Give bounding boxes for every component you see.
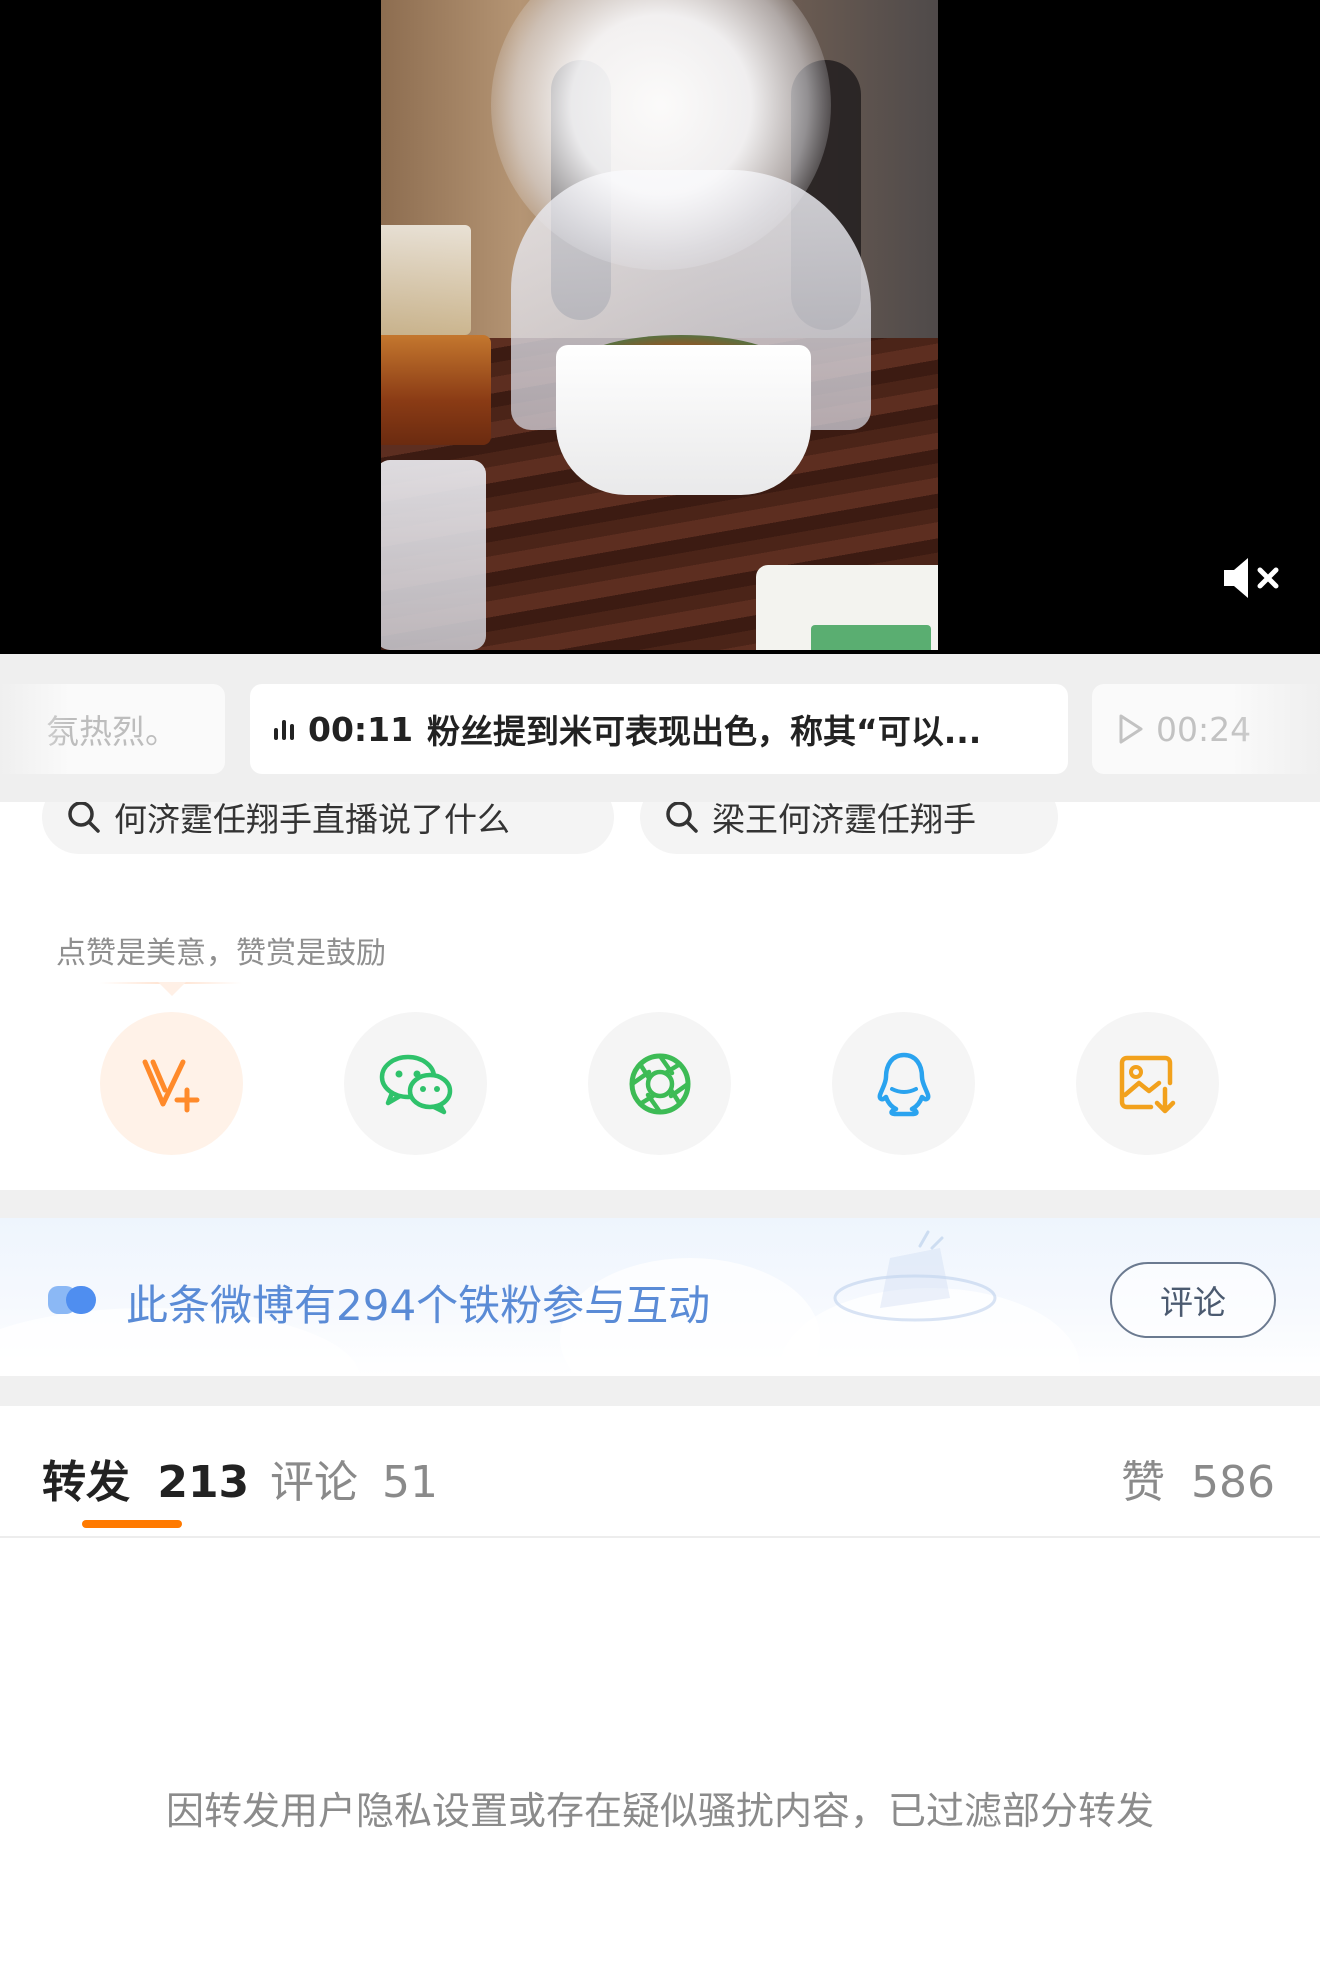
tab-repost[interactable]: 转发 213 — [42, 1446, 249, 1510]
tab-comment[interactable]: 评论 51 — [270, 1446, 438, 1510]
chip-fade-right — [1230, 654, 1320, 802]
iron-fans-text: 此条微博有294个铁粉参与互动 — [126, 1281, 711, 1330]
iron-fans-banner[interactable]: 此条微博有294个铁粉参与互动 评论 — [0, 1218, 1320, 1376]
play-icon — [1118, 713, 1144, 745]
reward-tip: 点赞是美意，赞赏是鼓励 — [56, 936, 386, 971]
tab-repost-label: 转发 — [42, 1457, 130, 1508]
banner-decoration-icon — [833, 1230, 997, 1322]
video-container-2 — [381, 335, 491, 445]
save-image-icon — [1119, 1055, 1175, 1113]
share-qq-button[interactable] — [832, 1012, 975, 1155]
share-v-plus-button[interactable] — [100, 1012, 243, 1155]
fans-badge-icon — [48, 1286, 96, 1314]
video-container-1 — [381, 225, 471, 335]
subtitle-chip-current-layer[interactable]: 00:11 粉丝提到米可表现出色，称其“可以... — [250, 684, 1068, 774]
share-save-image-button[interactable] — [1076, 1012, 1219, 1155]
moments-icon — [629, 1053, 690, 1114]
chip-fade-left — [0, 654, 70, 802]
video-frame[interactable] — [381, 0, 938, 650]
video-player[interactable] — [0, 0, 1320, 654]
interaction-tabs: 转发 213 评论 51 赞 586 — [0, 1406, 1320, 1538]
section-separator — [0, 1376, 1320, 1406]
subtitle-chip-current-layer-text: 粉丝提到米可表现出色，称其“可以... — [427, 712, 982, 751]
video-bowl — [556, 345, 811, 495]
share-moments-button[interactable] — [588, 1012, 731, 1155]
v-plus-icon — [142, 1059, 199, 1112]
chip-bar-layer: 氛热烈。 00:11 粉丝提到米可表现出色，称其“可以... 00:24 — [0, 654, 1320, 802]
video-bag-print — [811, 625, 931, 650]
share-wechat-button[interactable] — [344, 1012, 487, 1155]
tab-like[interactable]: 赞 586 — [1121, 1446, 1275, 1510]
search-icon — [666, 801, 698, 833]
speaker-mute-icon[interactable] — [1220, 553, 1290, 603]
video-container-3 — [381, 460, 486, 650]
qq-icon — [877, 1052, 930, 1116]
tab-like-label: 赞 — [1121, 1457, 1166, 1508]
subtitle-chip-current-layer-time: 00:11 — [308, 709, 414, 749]
reward-tip-arrow — [158, 982, 186, 996]
tab-comment-count: 51 — [382, 1457, 438, 1508]
section-separator — [0, 1190, 1320, 1218]
tab-active-indicator — [82, 1520, 182, 1528]
audio-bars-icon — [274, 718, 294, 740]
tab-repost-count: 213 — [157, 1457, 250, 1508]
search-icon — [68, 801, 100, 833]
tab-like-count: 586 — [1191, 1457, 1275, 1508]
tab-comment-label: 评论 — [270, 1457, 358, 1508]
filter-notice: 因转发用户隐私设置或存在疑似骚扰内容，已过滤部分转发 — [165, 1789, 1154, 1833]
wechat-icon — [379, 1054, 452, 1114]
iron-fans-comment-button[interactable]: 评论 — [1110, 1262, 1276, 1338]
